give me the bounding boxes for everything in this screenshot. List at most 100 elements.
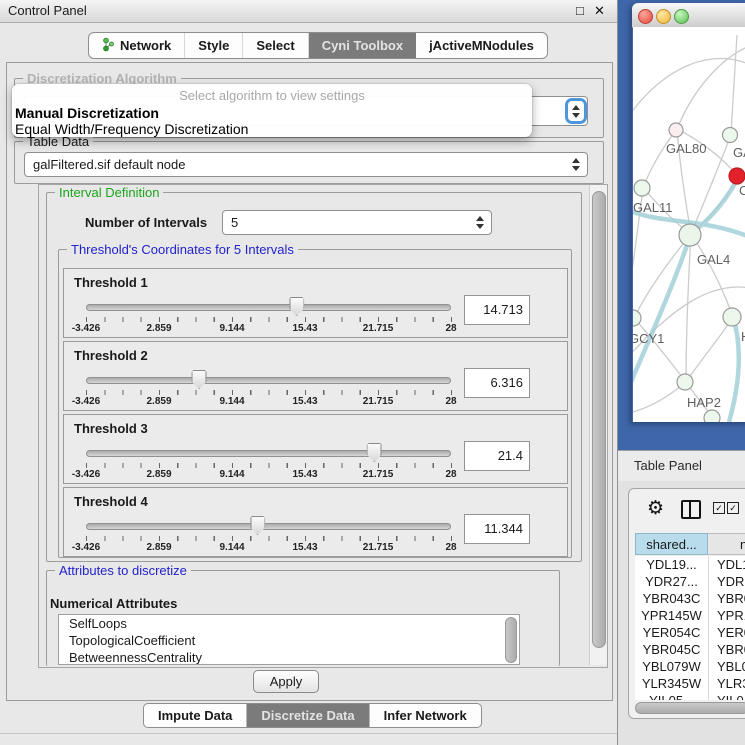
slider-thumb[interactable]	[367, 443, 382, 462]
number-of-intervals-combobox[interactable]: 5	[222, 210, 492, 235]
apply-button[interactable]: Apply	[253, 670, 319, 693]
gear-icon[interactable]: ⚙	[647, 499, 664, 518]
table-row[interactable]: YLR345WYLR3	[635, 675, 745, 692]
combo-stepper-icon	[472, 211, 488, 234]
close-traffic-light-icon[interactable]	[638, 9, 653, 24]
node[interactable]	[704, 410, 720, 422]
tab-select[interactable]: Select	[243, 33, 308, 58]
list-vscrollbar-thumb[interactable]	[505, 617, 517, 663]
table-row[interactable]: YBR043CYBR0	[635, 590, 745, 607]
threshold-2-box: Threshold 2 -3.426 2.859 9.144 15.43 21.…	[63, 341, 568, 411]
node-label: HAP2	[687, 395, 721, 410]
number-of-intervals-value: 5	[223, 215, 472, 230]
algorithm-option-manual[interactable]: Manual Discretization	[15, 105, 159, 121]
threshold-3-label: Threshold 3	[74, 421, 148, 436]
table-panel-inner: ⚙ ✓ ✓ shared... na YDL19...YDL1 YDR27...…	[628, 488, 745, 719]
network-canvas[interactable]: GAL80 GA C GAL11 GAL4 GCY1 H HAP2	[633, 27, 745, 422]
threshold-2-slider[interactable]	[86, 369, 451, 389]
close-icon[interactable]: ✕	[594, 3, 605, 19]
network-icon	[102, 37, 114, 55]
table-data-combobox[interactable]: galFiltered.sif default node	[24, 152, 588, 177]
threshold-1-value-field[interactable]: 14.713	[464, 295, 530, 325]
table-row[interactable]: YBR045CYBR0	[635, 641, 745, 658]
tab-impute-data[interactable]: Impute Data	[144, 704, 247, 727]
column-header-shared-name[interactable]: shared...	[635, 533, 708, 555]
table-data-value: galFiltered.sif default node	[25, 157, 568, 172]
node-label: GCY1	[633, 331, 664, 346]
numerical-attributes-list[interactable]: SelfLoops TopologicalCoefficient Between…	[58, 614, 520, 665]
tab-cyni-toolbox[interactable]: Cyni Toolbox	[309, 33, 416, 58]
zoom-traffic-light-icon[interactable]	[674, 9, 689, 24]
network-desktop: GAL80 GA C GAL11 GAL4 GCY1 H HAP2	[618, 0, 745, 450]
select-all-checkbox-icon[interactable]: ✓	[713, 502, 725, 514]
select-all-checkbox-icon[interactable]: ✓	[727, 502, 739, 514]
panel-title: Control Panel	[8, 3, 87, 18]
column-header-name[interactable]: na	[708, 533, 745, 555]
network-graph: GAL80 GA C GAL11 GAL4 GCY1 H HAP2	[633, 27, 745, 422]
minimize-traffic-light-icon[interactable]	[656, 9, 671, 24]
table-panel-title: Table Panel	[634, 458, 702, 473]
numerical-attributes-label: Numerical Attributes	[50, 596, 177, 611]
float-icon[interactable]: □	[576, 3, 584, 18]
threshold-4-value-field[interactable]: 11.344	[464, 514, 530, 544]
algorithm-dropdown-popup: Select algorithm to view settings Manual…	[12, 84, 532, 137]
thresholds-group-title: Threshold's Coordinates for 5 Intervals	[67, 242, 298, 257]
table-row[interactable]: YIL05...YIL0	[635, 692, 745, 700]
table-hscrollbar-thumb[interactable]	[635, 702, 745, 714]
list-item[interactable]: BetweennessCentrality	[59, 649, 519, 665]
tab-jactivemnodules[interactable]: jActiveMNodules	[416, 33, 547, 58]
threshold-3-slider[interactable]	[86, 442, 451, 462]
bottom-tabs: Impute Data Discretize Data Infer Networ…	[143, 703, 482, 728]
tab-discretize-data[interactable]: Discretize Data	[247, 704, 369, 727]
split-columns-icon[interactable]	[681, 500, 701, 519]
slider-thumb[interactable]	[192, 370, 207, 389]
node-label: GAL11	[633, 200, 673, 215]
table-row[interactable]: YPR145WYPR1	[635, 607, 745, 624]
node-label: GA	[733, 145, 745, 160]
node-gal80[interactable]	[669, 123, 683, 137]
slider-thumb[interactable]	[250, 516, 265, 535]
node[interactable]	[723, 308, 741, 326]
node[interactable]	[723, 128, 738, 143]
table-panel: ⚙ ✓ ✓ shared... na YDL19...YDL1 YDR27...…	[618, 481, 745, 745]
tab-infer-network[interactable]: Infer Network	[370, 704, 481, 727]
list-item[interactable]: SelfLoops	[59, 615, 519, 632]
table-row[interactable]: YDR27...YDR2	[635, 573, 745, 590]
node-label: C	[739, 183, 745, 198]
screen: Control Panel □ ✕ Network Style Select C…	[0, 0, 745, 745]
threshold-3-value-field[interactable]: 21.4	[464, 441, 530, 471]
main-vscrollbar[interactable]	[589, 185, 607, 665]
threshold-4-box: Threshold 4 -3.426 2.859 9.144 15.43 21.…	[63, 487, 568, 557]
number-of-intervals-label: Number of Intervals	[85, 215, 207, 230]
table-row[interactable]: YDL19...YDL1	[635, 556, 745, 573]
threshold-1-box: Threshold 1 -3.426 2.859 9.144 15.43 21.…	[63, 268, 568, 338]
threshold-2-value-field[interactable]: 6.316	[464, 368, 530, 398]
list-item[interactable]: TopologicalCoefficient	[59, 632, 519, 649]
attributes-group-title: Attributes to discretize	[55, 563, 191, 578]
node-selected-red[interactable]	[729, 168, 745, 184]
threshold-1-slider[interactable]	[86, 296, 451, 316]
node-gal4[interactable]	[679, 224, 701, 246]
node-gal11[interactable]	[634, 180, 650, 196]
node-label: GAL4	[697, 252, 730, 267]
node-hap2[interactable]	[677, 374, 693, 390]
slider-thumb[interactable]	[289, 297, 304, 316]
table-row[interactable]: YBL079WYBL0	[635, 658, 745, 675]
control-panel-tabs: Network Style Select Cyni Toolbox jActiv…	[88, 32, 548, 59]
tab-network[interactable]: Network	[89, 33, 185, 58]
node-label: GAL80	[666, 141, 706, 156]
algorithm-option-equal-width[interactable]: Equal Width/Frequency Discretization	[15, 121, 248, 137]
threshold-4-slider[interactable]	[86, 515, 451, 535]
algorithm-prompt-option[interactable]: Select algorithm to view settings	[12, 88, 532, 103]
combo-stepper-icon	[568, 101, 584, 121]
threshold-4-label: Threshold 4	[74, 494, 148, 509]
interval-definition-title: Interval Definition	[55, 185, 163, 200]
threshold-3-box: Threshold 3 -3.426 2.859 9.144 15.43 21.…	[63, 414, 568, 484]
table-row[interactable]: YER054CYER0	[635, 624, 745, 641]
network-window-titlebar[interactable]	[632, 3, 745, 28]
network-view-window: GAL80 GA C GAL11 GAL4 GCY1 H HAP2	[632, 3, 745, 422]
threshold-2-label: Threshold 2	[74, 348, 148, 363]
main-vscrollbar-thumb[interactable]	[592, 191, 606, 648]
tab-style[interactable]: Style	[185, 33, 243, 58]
node-label: H	[741, 329, 745, 344]
